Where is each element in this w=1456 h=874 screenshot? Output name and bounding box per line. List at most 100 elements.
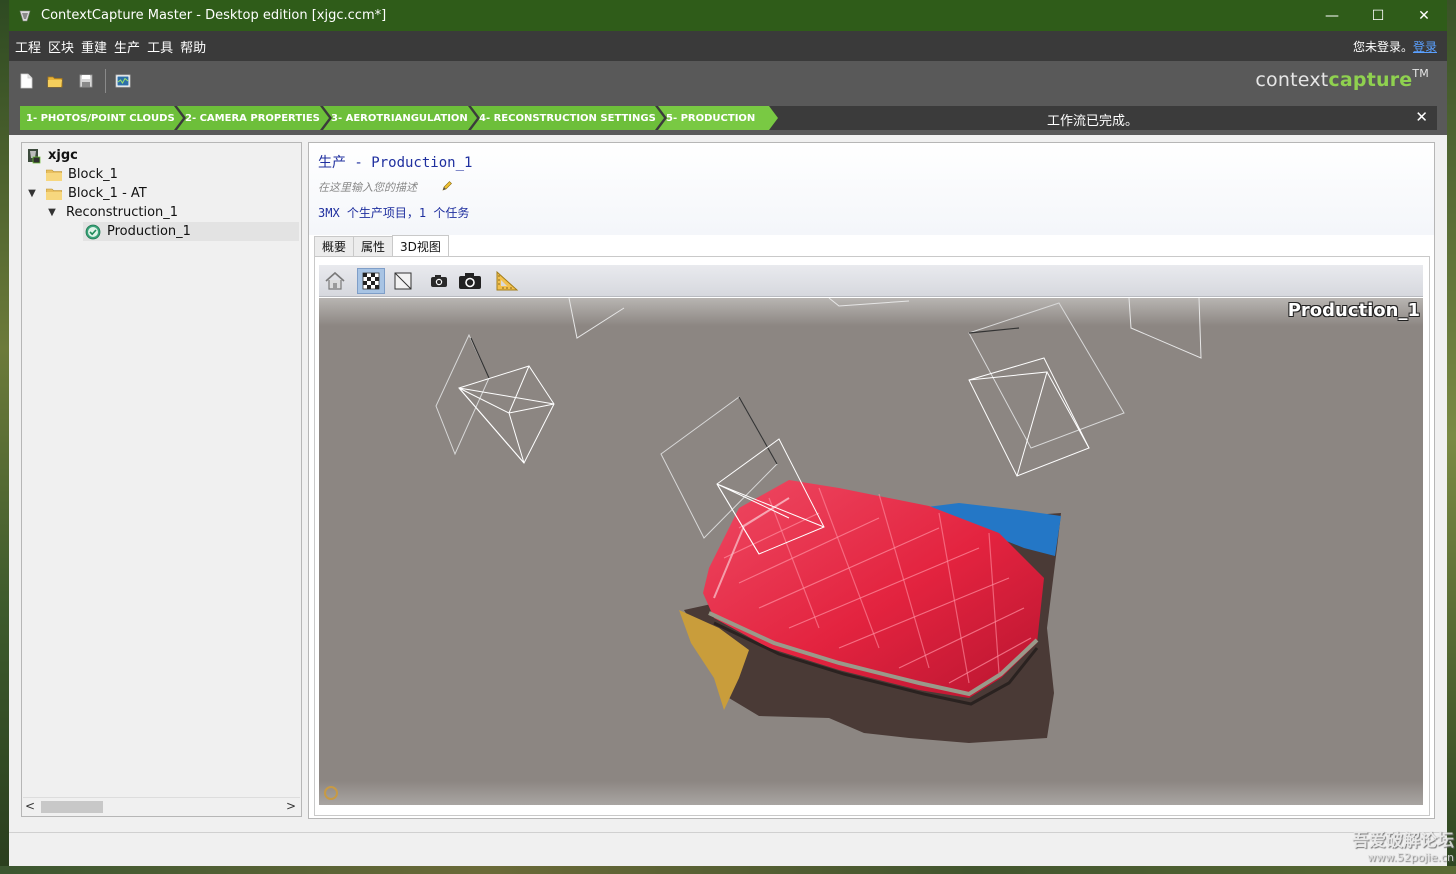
tree-block1-label: Block_1 bbox=[68, 167, 118, 182]
tree-item-project[interactable]: xjgc bbox=[26, 146, 78, 165]
workflow-step-label: 5- PRODUCTION bbox=[666, 112, 756, 124]
tree-project-label: xjgc bbox=[48, 148, 78, 163]
tree-block1-at-label: Block_1 - AT bbox=[68, 186, 147, 201]
check-circle-icon bbox=[85, 224, 101, 239]
status-bar bbox=[9, 832, 1447, 866]
watermark-line2: www.52pojie.cn bbox=[1367, 851, 1454, 864]
menu-help[interactable]: 帮助 bbox=[177, 37, 209, 56]
login-status-text: 您未登录。 bbox=[1352, 40, 1413, 54]
3d-scene bbox=[319, 298, 1423, 805]
texture-toggle-button[interactable] bbox=[357, 268, 385, 294]
close-icon: ✕ bbox=[1418, 7, 1430, 24]
desktop-background-bottom bbox=[0, 866, 1456, 874]
camera-frusta bbox=[435, 298, 1202, 555]
menu-block[interactable]: 区块 bbox=[45, 37, 77, 56]
small-camera-icon bbox=[431, 275, 447, 287]
chevron-down-icon[interactable]: ▼ bbox=[26, 188, 38, 199]
workflow-step-production[interactable]: 5- PRODUCTION bbox=[658, 106, 778, 130]
title-bar[interactable]: ContextCapture Master - Desktop edition … bbox=[9, 0, 1447, 31]
scrollbar-thumb[interactable] bbox=[41, 801, 103, 813]
tab-properties[interactable]: 属性 bbox=[353, 236, 394, 256]
tree-horizontal-scrollbar[interactable]: < > bbox=[23, 797, 300, 815]
desktop-background-left bbox=[0, 0, 9, 874]
measure-button[interactable] bbox=[493, 268, 521, 294]
chevron-down-icon[interactable]: ▼ bbox=[46, 207, 58, 218]
workflow-close-icon[interactable]: ✕ bbox=[1415, 108, 1428, 126]
folder-icon bbox=[46, 188, 62, 200]
tree-item-block1-at[interactable]: ▼ Block_1 - AT bbox=[26, 184, 147, 203]
app-logo-icon bbox=[19, 10, 31, 21]
tree-item-reconstruction[interactable]: ▼ Reconstruction_1 bbox=[46, 203, 178, 222]
workflow-step-label: 2- CAMERA PROPERTIES bbox=[185, 112, 320, 124]
close-button[interactable]: ✕ bbox=[1401, 0, 1447, 31]
window-controls: — ☐ ✕ bbox=[1309, 0, 1447, 31]
project-icon bbox=[28, 148, 41, 163]
tab-bar: 概要 属性 3D视图 bbox=[314, 235, 449, 256]
main-toolbar: contextcaptureTM bbox=[9, 61, 1447, 101]
new-project-icon[interactable] bbox=[17, 72, 35, 90]
production-header: 生产 - Production_1 在这里输入您的描述 3MX 个生产项目，1 … bbox=[309, 143, 1434, 235]
workflow-step-photos[interactable]: 1- PHOTOS/POINT CLOUDS bbox=[20, 106, 183, 130]
save-project-icon[interactable] bbox=[77, 72, 95, 90]
minimize-icon: — bbox=[1325, 7, 1339, 24]
menu-tools[interactable]: 工具 bbox=[144, 37, 176, 56]
tree-production-label: Production_1 bbox=[107, 224, 191, 239]
project-tree: xjgc Block_1 ▼ Block_1 - AT ▼ Reconstruc… bbox=[22, 143, 301, 795]
home-view-button[interactable] bbox=[321, 268, 349, 294]
login-link[interactable]: 登录 bbox=[1413, 40, 1437, 54]
tree-reconstruction-label: Reconstruction_1 bbox=[66, 205, 179, 220]
view-toolbar bbox=[319, 265, 1423, 297]
toolbar-separator bbox=[105, 69, 106, 93]
scroll-right-icon[interactable]: > bbox=[286, 799, 296, 813]
workflow-step-aerotriangulation[interactable]: 3- AEROTRIANGULATION bbox=[323, 106, 477, 130]
texture-toggle-icon bbox=[362, 272, 380, 290]
project-tree-panel: xjgc Block_1 ▼ Block_1 - AT ▼ Reconstruc… bbox=[21, 142, 302, 817]
watermark-line1: 吾爱破解论坛 bbox=[1352, 831, 1454, 851]
home-view-icon bbox=[325, 271, 345, 290]
contextcapture-logo: contextcaptureTM bbox=[1255, 67, 1429, 91]
workflow-status: 工作流已完成。 bbox=[1047, 114, 1139, 129]
logo-text-part1: context bbox=[1255, 69, 1329, 91]
desktop-background-right bbox=[1447, 0, 1456, 874]
logo-trademark: TM bbox=[1412, 67, 1429, 80]
app-window: ContextCapture Master - Desktop edition … bbox=[9, 0, 1447, 866]
wireframe-toggle-icon bbox=[394, 272, 412, 290]
tree-item-production[interactable]: Production_1 bbox=[83, 222, 299, 241]
logo-text-part2: capture bbox=[1328, 69, 1413, 91]
camera-button[interactable] bbox=[456, 268, 484, 294]
open-project-icon[interactable] bbox=[46, 72, 64, 90]
folder-icon bbox=[46, 169, 62, 181]
description-input[interactable]: 在这里输入您的描述 bbox=[318, 179, 417, 195]
scroll-left-icon[interactable]: < bbox=[25, 799, 35, 813]
horizon-bottom-band bbox=[319, 781, 1423, 805]
tab-3d-view-content: Production_1 bbox=[314, 256, 1430, 816]
job-monitor-icon[interactable] bbox=[114, 72, 132, 90]
pencil-edit-icon[interactable] bbox=[441, 180, 453, 192]
menu-project[interactable]: 工程 bbox=[12, 37, 44, 56]
horizon-top-band bbox=[319, 298, 1423, 326]
menu-production[interactable]: 生产 bbox=[111, 37, 143, 56]
workflow-step-reconstruction-settings[interactable]: 4- RECONSTRUCTION SETTINGS bbox=[471, 106, 664, 130]
tree-item-block1[interactable]: Block_1 bbox=[46, 165, 118, 184]
wireframe-toggle-button[interactable] bbox=[389, 268, 417, 294]
reconstructed-mesh bbox=[679, 480, 1061, 743]
viewport-production-label: Production_1 bbox=[1287, 300, 1420, 321]
3d-viewport[interactable]: Production_1 bbox=[319, 298, 1423, 805]
production-panel: 生产 - Production_1 在这里输入您的描述 3MX 个生产项目，1 … bbox=[308, 142, 1435, 819]
tab-3d-view[interactable]: 3D视图 bbox=[392, 235, 449, 256]
menu-reconstruction[interactable]: 重建 bbox=[78, 37, 110, 56]
workflow-step-label: 4- RECONSTRUCTION SETTINGS bbox=[479, 112, 656, 124]
maximize-button[interactable]: ☐ bbox=[1355, 0, 1401, 31]
measure-icon bbox=[496, 270, 519, 291]
menu-bar: 工程 区块 重建 生产 工具 帮助 您未登录。登录 bbox=[9, 31, 1447, 61]
workflow-step-label: 3- AEROTRIANGULATION bbox=[331, 112, 468, 124]
small-camera-button[interactable] bbox=[425, 268, 453, 294]
production-title: 生产 - Production_1 bbox=[318, 155, 473, 171]
tab-general[interactable]: 概要 bbox=[314, 236, 355, 256]
minimize-button[interactable]: — bbox=[1309, 0, 1355, 31]
workflow-step-camera-properties[interactable]: 2- CAMERA PROPERTIES bbox=[177, 106, 329, 130]
login-status: 您未登录。登录 bbox=[1353, 38, 1437, 55]
production-summary: 3MX 个生产项目，1 个任务 bbox=[318, 206, 470, 220]
maximize-icon: ☐ bbox=[1371, 7, 1385, 24]
window-title: ContextCapture Master - Desktop edition … bbox=[41, 8, 387, 23]
